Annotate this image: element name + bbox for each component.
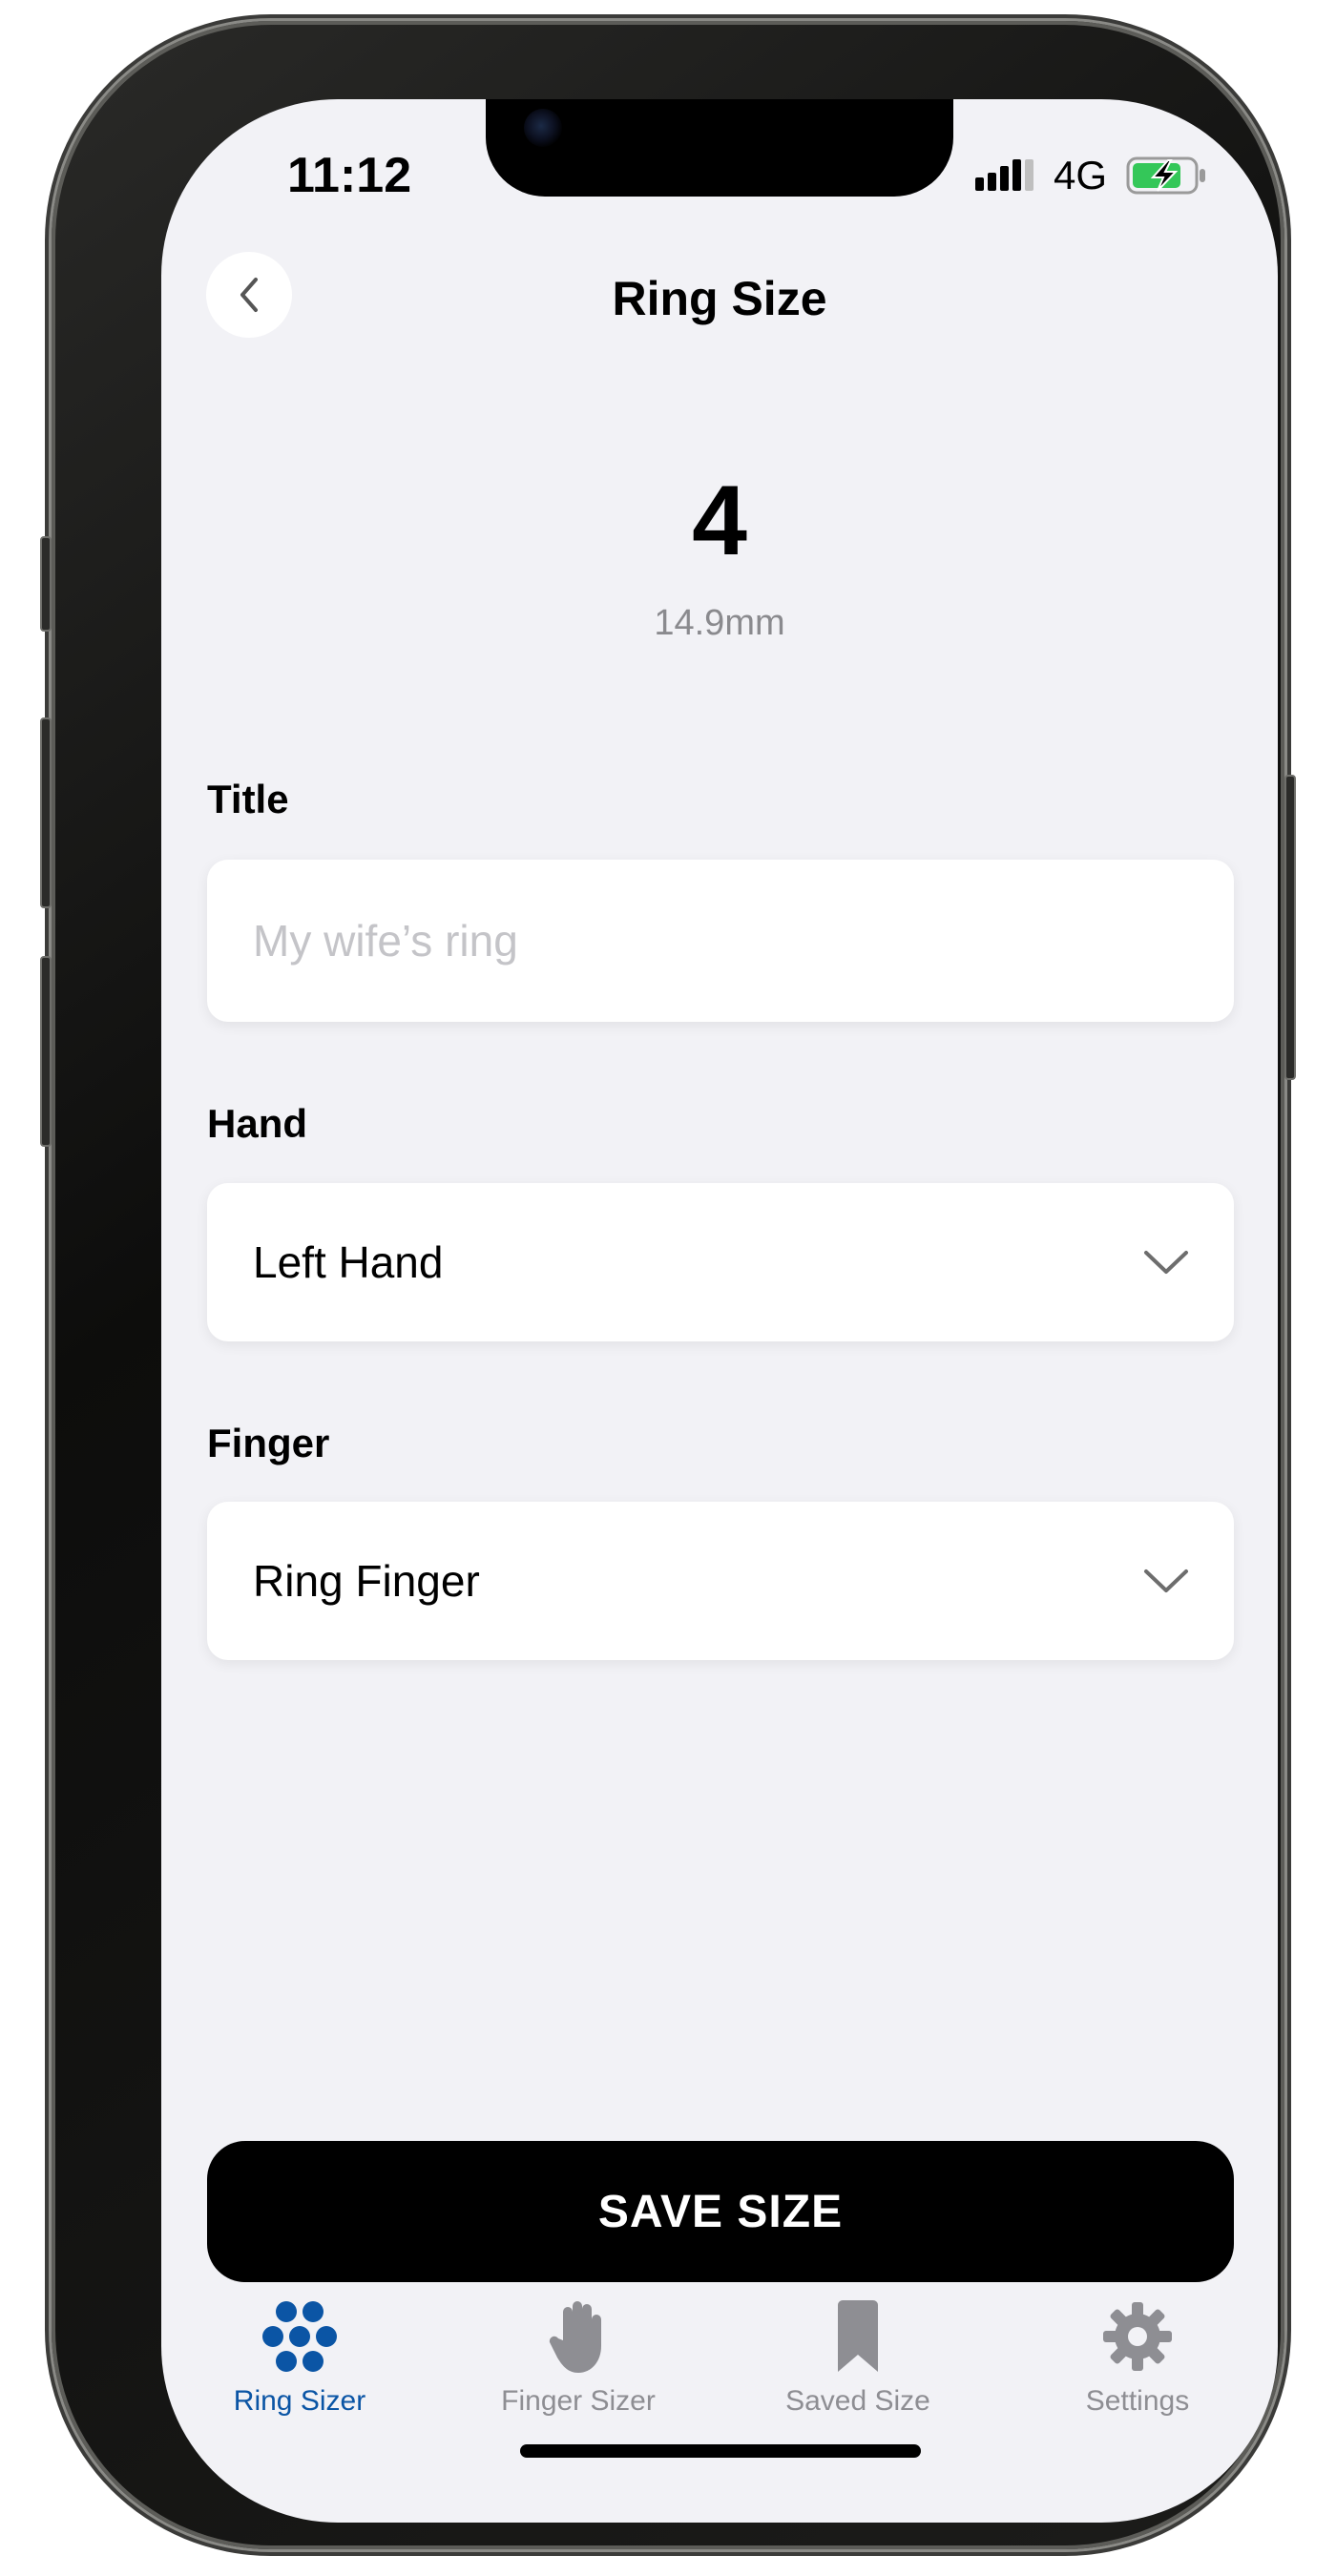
tab-ring-sizer[interactable]: Ring Sizer [180, 2294, 419, 2418]
ring-size-value: 4 [692, 466, 747, 576]
front-camera [524, 109, 562, 147]
page-title: Ring Size [612, 272, 827, 325]
volume-up-button [40, 717, 52, 908]
tab-label: Ring Sizer [233, 2385, 366, 2417]
chevron-down-icon [1144, 1569, 1188, 1592]
network-type: 4G [1054, 153, 1108, 197]
title-field[interactable] [207, 860, 1234, 1022]
tab-label: Saved Size [785, 2385, 930, 2417]
ring-size-diameter: 14.9mm [654, 603, 785, 643]
hand-select[interactable]: Left Hand [207, 1183, 1234, 1341]
volume-down-button [40, 956, 52, 1147]
power-button [1284, 775, 1296, 1080]
tab-label: Settings [1085, 2385, 1190, 2417]
status-time: 11:12 [287, 148, 412, 203]
chevron-down-icon [1144, 1251, 1188, 1274]
tab-finger-sizer[interactable]: Finger Sizer [459, 2294, 698, 2418]
hand-icon [549, 2301, 601, 2373]
battery-charging-icon [1126, 156, 1206, 195]
tab-settings[interactable]: Settings [1018, 2294, 1257, 2418]
finger-select-value: Ring Finger [253, 1556, 480, 1606]
status-indicators: 4G [975, 147, 1208, 204]
finger-select[interactable]: Ring Finger [207, 1502, 1234, 1660]
save-size-button[interactable]: SAVE SIZE [207, 2141, 1234, 2282]
hand-select-value: Left Hand [253, 1237, 444, 1287]
gear-icon [1103, 2302, 1172, 2371]
title-label: Title [207, 777, 289, 821]
phone-frame: 11:12 4G Ring Size 4 14.9mm Title My wif… [40, 21, 1296, 2549]
title-input[interactable] [207, 860, 1234, 1022]
tab-saved-size[interactable]: Saved Size [739, 2294, 977, 2418]
notch [486, 99, 953, 197]
mute-switch [40, 536, 52, 632]
screen: 11:12 4G Ring Size 4 14.9mm Title My wif… [161, 99, 1278, 2523]
home-indicator[interactable] [520, 2444, 921, 2458]
finger-label: Finger [207, 1421, 330, 1465]
dots-cluster-icon [262, 2301, 337, 2372]
hand-label: Hand [207, 1101, 307, 1146]
cellular-signal-icon [975, 159, 1033, 191]
tab-label: Finger Sizer [501, 2385, 656, 2417]
bookmark-icon [838, 2300, 878, 2372]
